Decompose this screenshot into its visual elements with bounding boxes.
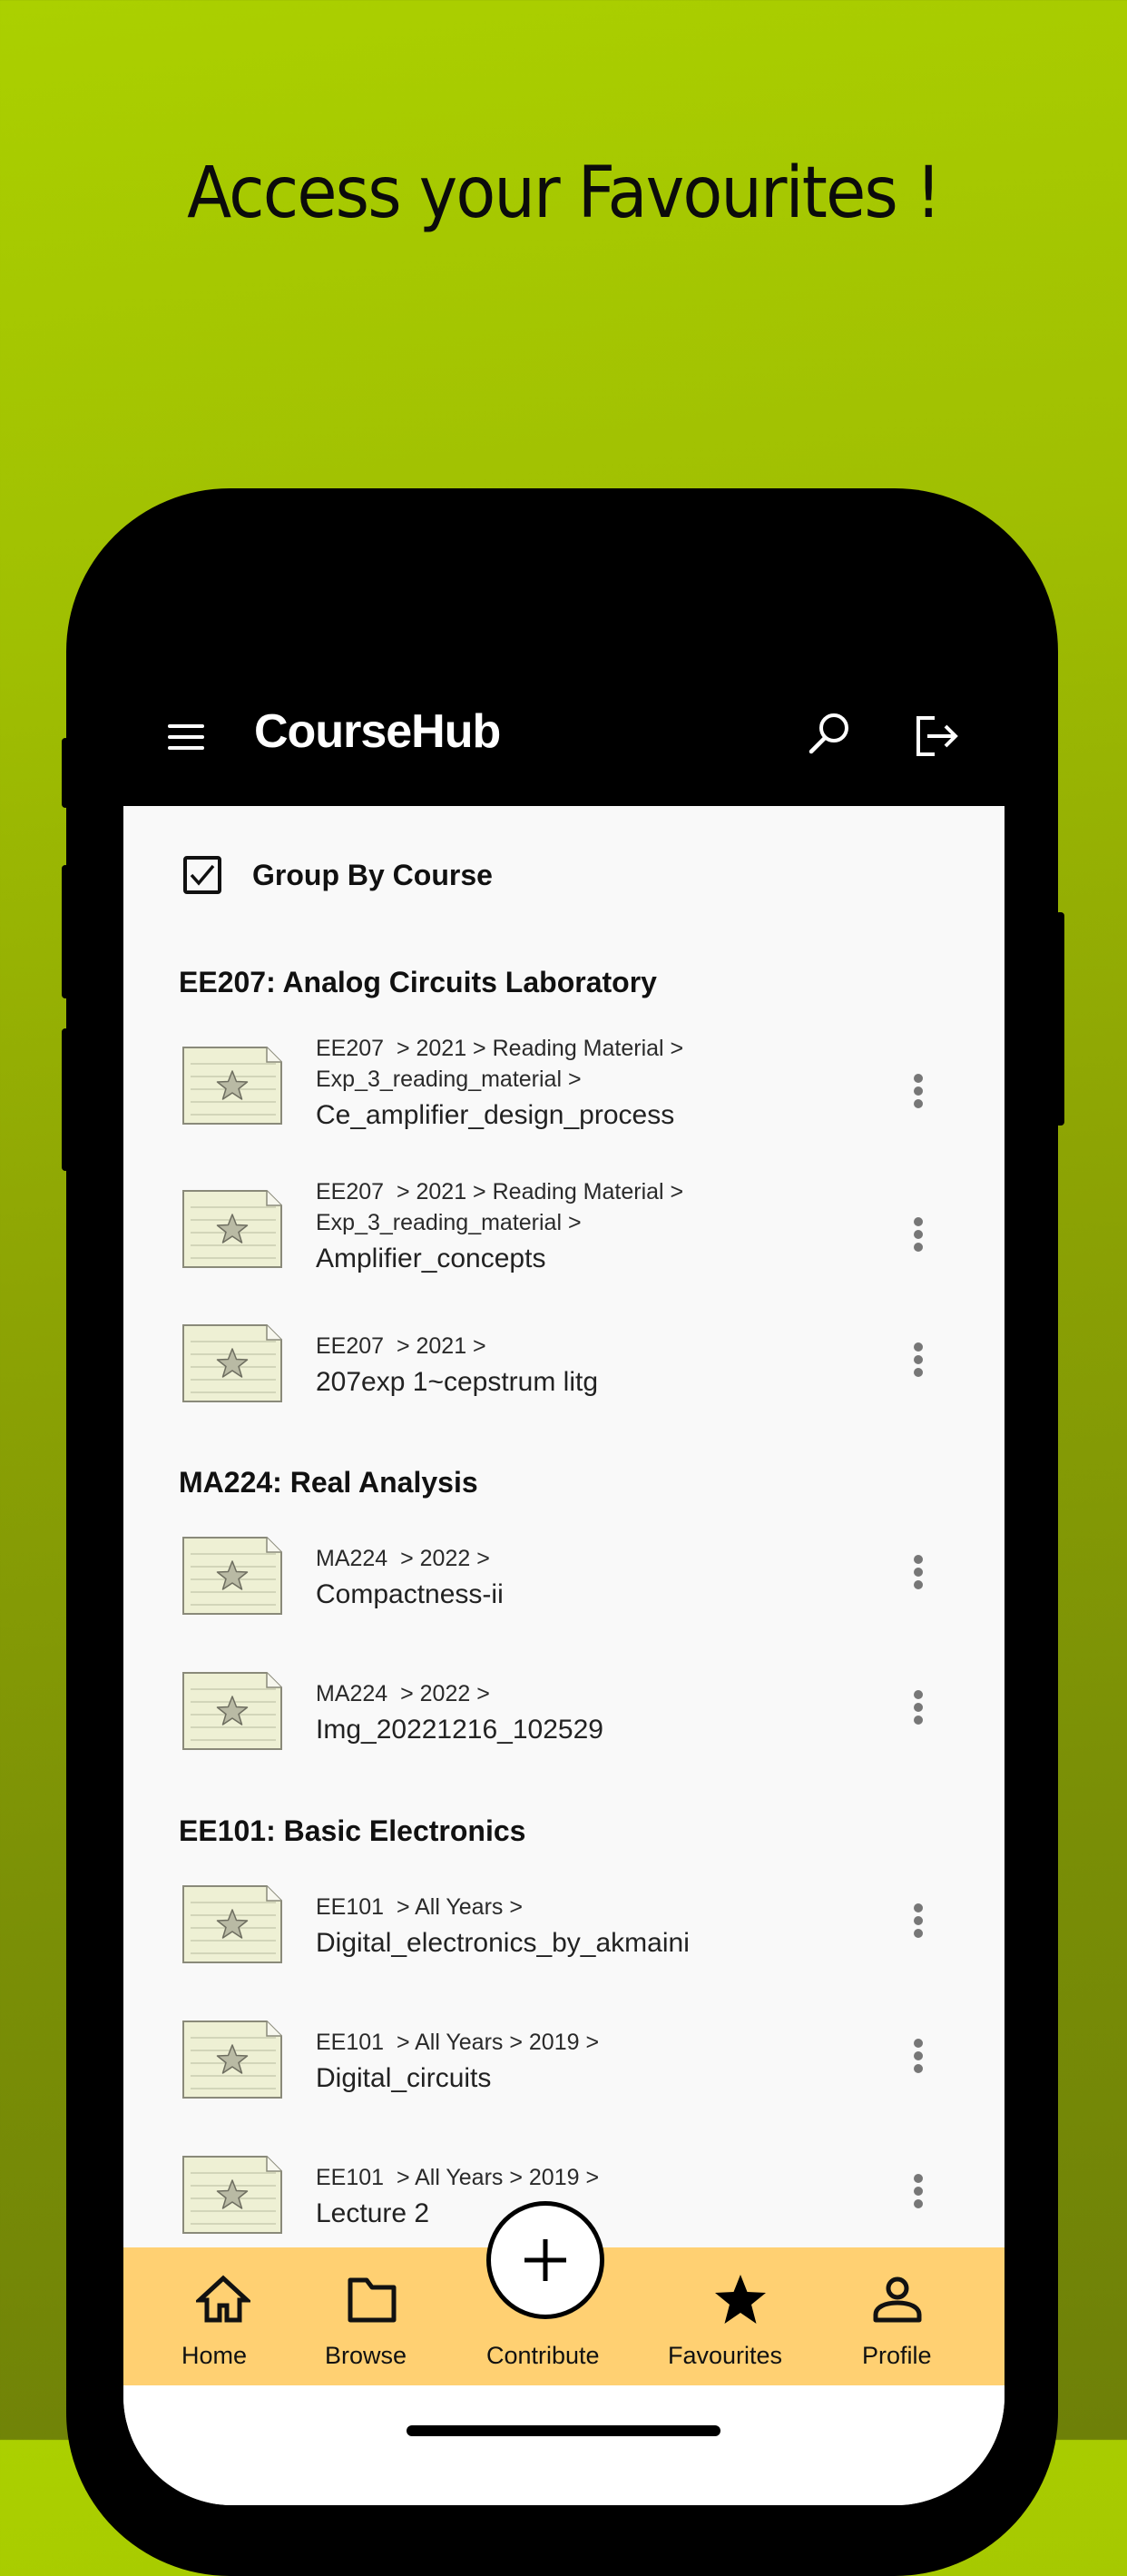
contribute-button[interactable] [486,2201,604,2319]
file-list-item[interactable]: EE207 > 2021 > Reading Material > Exp_3_… [123,1033,1004,1160]
file-name: Compactness-ii [316,1579,504,1609]
phone-power-button [1055,912,1064,1126]
file-name: 207exp 1~cepstrum litg [316,1367,599,1397]
file-breadcrumb: EE101 > All Years > 2019 > [316,2030,600,2055]
nav-item-profile[interactable]: Profile [849,2247,958,2385]
file-name: Digital_electronics_by_akmaini [316,1928,690,1958]
file-breadcrumb: MA224 > 2022 > [316,1681,490,1706]
app-title: CourseHub [254,705,501,758]
phone-side-button [62,738,69,808]
phone-volume-down-button [62,1028,69,1171]
more-options-icon[interactable] [909,1686,927,1740]
file-breadcrumb: EE207 > 2021 > Reading Material > Exp_3_… [316,1036,684,1092]
starred-file-icon [182,2020,282,2099]
group-by-course-toggle[interactable]: Group By Course [183,856,493,894]
app-bar: CourseHub [123,635,1004,806]
starred-file-icon [182,1324,282,1402]
hamburger-menu-icon[interactable] [167,721,205,753]
more-options-icon[interactable] [909,1213,927,1267]
phone-screen: CourseHub Group By Course EE207: Analog … [123,635,1004,2505]
file-name: Amplifier_concepts [316,1244,546,1273]
nav-item-home[interactable]: Home [169,2247,278,2385]
more-options-icon[interactable] [909,1899,927,1953]
file-list-item[interactable]: EE101 > All Years > 2019 > Digital_circu… [123,2020,1004,2127]
group-by-course-label: Group By Course [252,858,493,891]
file-breadcrumb: EE207 > 2021 > [316,1333,486,1359]
folder-icon [348,2277,397,2323]
starred-file-icon [182,1885,282,1963]
system-gesture-area [123,2385,1004,2505]
phone-volume-up-button [62,865,69,998]
section-title: MA224: Real Analysis [179,1466,478,1499]
file-name: Img_20221216_102529 [316,1715,603,1745]
file-breadcrumb: MA224 > 2022 > [316,1546,490,1571]
home-indicator[interactable] [407,2425,720,2436]
nav-label-home: Home [181,2342,248,2369]
nav-label-profile: Profile [862,2342,932,2369]
section-title: EE207: Analog Circuits Laboratory [179,966,657,998]
file-list-item[interactable]: EE207 > 2021 > Reading Material > Exp_3_… [123,1176,1004,1303]
starred-file-icon [182,1672,282,1750]
file-list-item[interactable]: EE207 > 2021 > 207exp 1~cepstrum litg [123,1324,1004,1431]
nav-label-favourites: Favourites [668,2342,783,2369]
file-breadcrumb: EE101 > All Years > [316,1894,523,1920]
more-options-icon[interactable] [909,1550,927,1605]
home-icon [196,2275,250,2323]
promo-title: Access your Favourites ! [187,152,942,234]
person-icon [873,2276,922,2323]
star-icon [715,2275,766,2324]
more-options-icon[interactable] [909,1069,927,1124]
starred-file-icon [182,1190,282,1268]
search-icon[interactable] [806,710,853,757]
file-name: Digital_circuits [316,2063,492,2093]
checkbox-checked-icon[interactable] [183,856,221,894]
starred-file-icon [182,1047,282,1125]
file-breadcrumb: EE101 > All Years > 2019 > [316,2165,600,2190]
nav-item-browse[interactable]: Browse [318,2247,426,2385]
file-breadcrumb: EE207 > 2021 > Reading Material > Exp_3_… [316,1179,684,1235]
nav-item-favourites[interactable]: Favourites [668,2247,813,2385]
more-options-icon[interactable] [909,2169,927,2224]
more-options-icon[interactable] [909,1338,927,1392]
plus-icon [524,2239,566,2281]
file-list-item[interactable]: MA224 > 2022 > Compactness-ii [123,1537,1004,1643]
logout-icon[interactable] [915,715,960,757]
file-name: Ce_amplifier_design_process [316,1100,675,1130]
starred-file-icon [182,1537,282,1615]
more-options-icon[interactable] [909,2034,927,2089]
file-list-item[interactable]: EE101 > All Years > Digital_electronics_… [123,1885,1004,1991]
nav-label-browse: Browse [325,2342,407,2369]
file-list-item[interactable]: MA224 > 2022 > Img_20221216_102529 [123,1672,1004,1778]
section-title: EE101: Basic Electronics [179,1814,526,1847]
starred-file-icon [182,2156,282,2234]
nav-label-contribute: Contribute [486,2342,600,2369]
